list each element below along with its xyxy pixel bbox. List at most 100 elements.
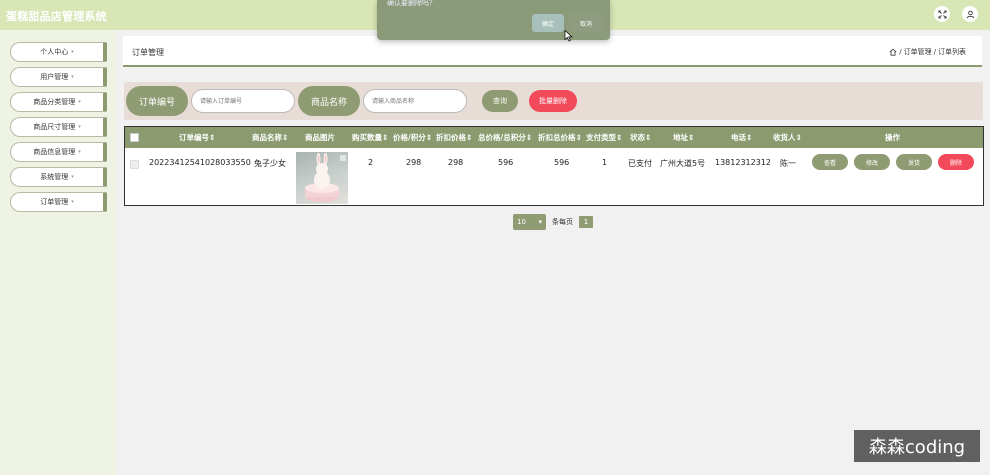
sidebar-item-order-management[interactable]: 订单管理 ▾ bbox=[10, 192, 107, 212]
col-pay-type[interactable]: 支付类型⇕ bbox=[586, 132, 622, 143]
chevron-down-icon: ▾ bbox=[78, 124, 81, 130]
select-all-checkbox[interactable] bbox=[130, 133, 139, 142]
col-address[interactable]: 地址⇕ bbox=[673, 132, 694, 143]
confirm-dialog: 确认要删除吗？ 确定 取消 bbox=[377, 0, 610, 40]
order-no-input[interactable] bbox=[191, 89, 295, 113]
chevron-down-icon: ▾ bbox=[71, 174, 74, 180]
fullscreen-icon[interactable] bbox=[934, 6, 950, 22]
sort-icon: ⇕ bbox=[688, 133, 695, 142]
sort-icon: ⇕ bbox=[795, 133, 802, 142]
pagination: 10 ▾ 条每页 1 bbox=[513, 214, 593, 230]
ship-button[interactable]: 发货 bbox=[896, 154, 932, 170]
sidebar-item-personal-center[interactable]: 个人中心 ▾ bbox=[10, 42, 107, 62]
col-price[interactable]: 价格/积分⇕ bbox=[393, 132, 432, 143]
view-button[interactable]: 查看 bbox=[812, 154, 848, 170]
delete-button[interactable]: 删除 bbox=[938, 154, 974, 170]
breadcrumb-item-order-list: 订单列表 bbox=[938, 48, 966, 56]
home-icon[interactable] bbox=[889, 48, 897, 56]
col-discount-total[interactable]: 折扣总价格⇕ bbox=[538, 132, 582, 143]
chevron-down-icon: ▾ bbox=[538, 218, 542, 226]
cell-discount-price: 298 bbox=[448, 158, 464, 167]
goods-image[interactable] bbox=[296, 152, 348, 204]
col-total[interactable]: 总价格/总积分⇕ bbox=[478, 132, 532, 143]
confirm-cancel-button[interactable]: 取消 bbox=[569, 14, 603, 32]
col-label: 价格/积分 bbox=[393, 133, 426, 142]
sidebar-item-category-management[interactable]: 商品分类管理 ▾ bbox=[10, 92, 107, 112]
col-label: 电话 bbox=[731, 133, 746, 142]
order-no-label: 订单编号 bbox=[126, 86, 188, 116]
col-label: 折扣总价格 bbox=[538, 133, 576, 142]
breadcrumb-sep: / bbox=[933, 48, 936, 56]
chevron-down-icon: ▾ bbox=[78, 99, 81, 105]
col-goods-image: 商品图片 bbox=[305, 133, 335, 142]
col-label: 购买数量 bbox=[352, 133, 382, 142]
sidebar-item-size-management[interactable]: 商品尺寸管理 ▾ bbox=[10, 117, 107, 137]
cell-qty: 2 bbox=[368, 158, 374, 167]
row-checkbox[interactable] bbox=[130, 160, 139, 169]
sidebar-item-goods-management[interactable]: 商品信息管理 ▾ bbox=[10, 142, 107, 162]
col-label: 支付类型 bbox=[586, 133, 616, 142]
sidebar-item-system-management[interactable]: 系统管理 ▾ bbox=[10, 167, 107, 187]
col-goods-name[interactable]: 商品名称⇕ bbox=[252, 132, 288, 143]
sort-icon: ⇕ bbox=[645, 133, 652, 142]
page-title: 订单管理 bbox=[132, 48, 164, 57]
fullscreen-glyph bbox=[937, 9, 947, 19]
sidebar-item-label: 商品分类管理 bbox=[33, 98, 76, 106]
cell-address: 广州大道5号 bbox=[660, 159, 706, 168]
cell-total: 596 bbox=[498, 158, 514, 167]
sidebar-item-user-management[interactable]: 用户管理 ▾ bbox=[10, 67, 107, 87]
user-glyph bbox=[966, 10, 974, 18]
goods-name-input[interactable] bbox=[363, 89, 467, 113]
chevron-down-icon: ▾ bbox=[71, 199, 74, 205]
app-title: 蛋糕甜品店管理系统 bbox=[6, 10, 107, 23]
col-phone[interactable]: 电话⇕ bbox=[731, 132, 752, 143]
page-size-value: 10 bbox=[517, 218, 526, 226]
cell-status: 已支付 bbox=[628, 159, 652, 168]
col-label: 总价格/总积分 bbox=[478, 133, 526, 142]
cell-discount-total: 596 bbox=[554, 158, 570, 167]
sort-icon: ⇕ bbox=[746, 133, 753, 142]
col-actions: 操作 bbox=[885, 133, 900, 142]
cell-phone: 13812312312 bbox=[715, 158, 771, 167]
sort-icon: ⇕ bbox=[425, 133, 433, 142]
query-button[interactable]: 查询 bbox=[482, 90, 518, 112]
user-icon[interactable] bbox=[962, 6, 978, 22]
chevron-down-icon: ▾ bbox=[71, 74, 74, 80]
col-discount-price[interactable]: 折扣价格⇕ bbox=[436, 132, 472, 143]
col-qty[interactable]: 购买数量⇕ bbox=[352, 132, 388, 143]
edit-button[interactable]: 修改 bbox=[854, 154, 890, 170]
breadcrumb-sep: / bbox=[899, 48, 902, 56]
mouse-cursor-icon bbox=[564, 30, 573, 42]
breadcrumb: / 订单管理 / 订单列表 bbox=[889, 47, 966, 57]
sort-icon: ⇕ bbox=[282, 133, 289, 142]
chevron-down-icon: ▾ bbox=[71, 49, 74, 55]
goods-name-label: 商品名称 bbox=[298, 86, 360, 116]
dialog-message: 确认要删除吗？ bbox=[387, 0, 436, 7]
col-label: 收货人 bbox=[773, 133, 796, 142]
cell-price: 298 bbox=[406, 158, 422, 167]
col-label: 订单编号 bbox=[179, 133, 209, 142]
col-status[interactable]: 状态⇕ bbox=[630, 132, 651, 143]
col-receiver[interactable]: 收货人⇕ bbox=[773, 132, 802, 143]
sidebar-item-label: 用户管理 bbox=[40, 73, 69, 81]
page-number-current[interactable]: 1 bbox=[579, 216, 593, 228]
chevron-down-icon: ▾ bbox=[78, 149, 81, 155]
sort-icon: ⇕ bbox=[209, 133, 216, 142]
sidebar: 个人中心 ▾ 用户管理 ▾ 商品分类管理 ▾ 商品尺寸管理 ▾ 商品信息管理 ▾ 系统管理… bbox=[0, 30, 116, 475]
confirm-ok-button[interactable]: 确定 bbox=[532, 14, 564, 32]
batch-delete-button[interactable]: 批量删除 bbox=[529, 90, 577, 112]
sidebar-item-label: 个人中心 bbox=[40, 48, 69, 56]
sidebar-item-label: 订单管理 bbox=[40, 198, 69, 206]
cell-goods-name: 兔子少女 bbox=[254, 159, 286, 168]
col-order-no[interactable]: 订单编号⇕ bbox=[179, 132, 215, 143]
cell-order-no: 20223412541028033550 bbox=[149, 158, 251, 167]
page-size-select[interactable]: 10 ▾ bbox=[513, 214, 546, 230]
breadcrumb-item-orders[interactable]: 订单管理 bbox=[904, 47, 932, 57]
sort-icon: ⇕ bbox=[575, 133, 582, 142]
sort-icon: ⇕ bbox=[382, 133, 389, 142]
title-bar: 订单管理 / 订单管理 / 订单列表 bbox=[123, 36, 982, 67]
main-content: 订单管理 / 订单管理 / 订单列表 订单编号 商品名称 查询 批量删除 订单编… bbox=[117, 30, 990, 475]
sort-icon: ⇕ bbox=[525, 133, 533, 142]
col-label: 地址 bbox=[673, 133, 688, 142]
orders-table: 订单编号⇕ 商品名称⇕ 商品图片 购买数量⇕ 价格/积分⇕ 折扣价格⇕ 总价格/… bbox=[124, 126, 984, 206]
